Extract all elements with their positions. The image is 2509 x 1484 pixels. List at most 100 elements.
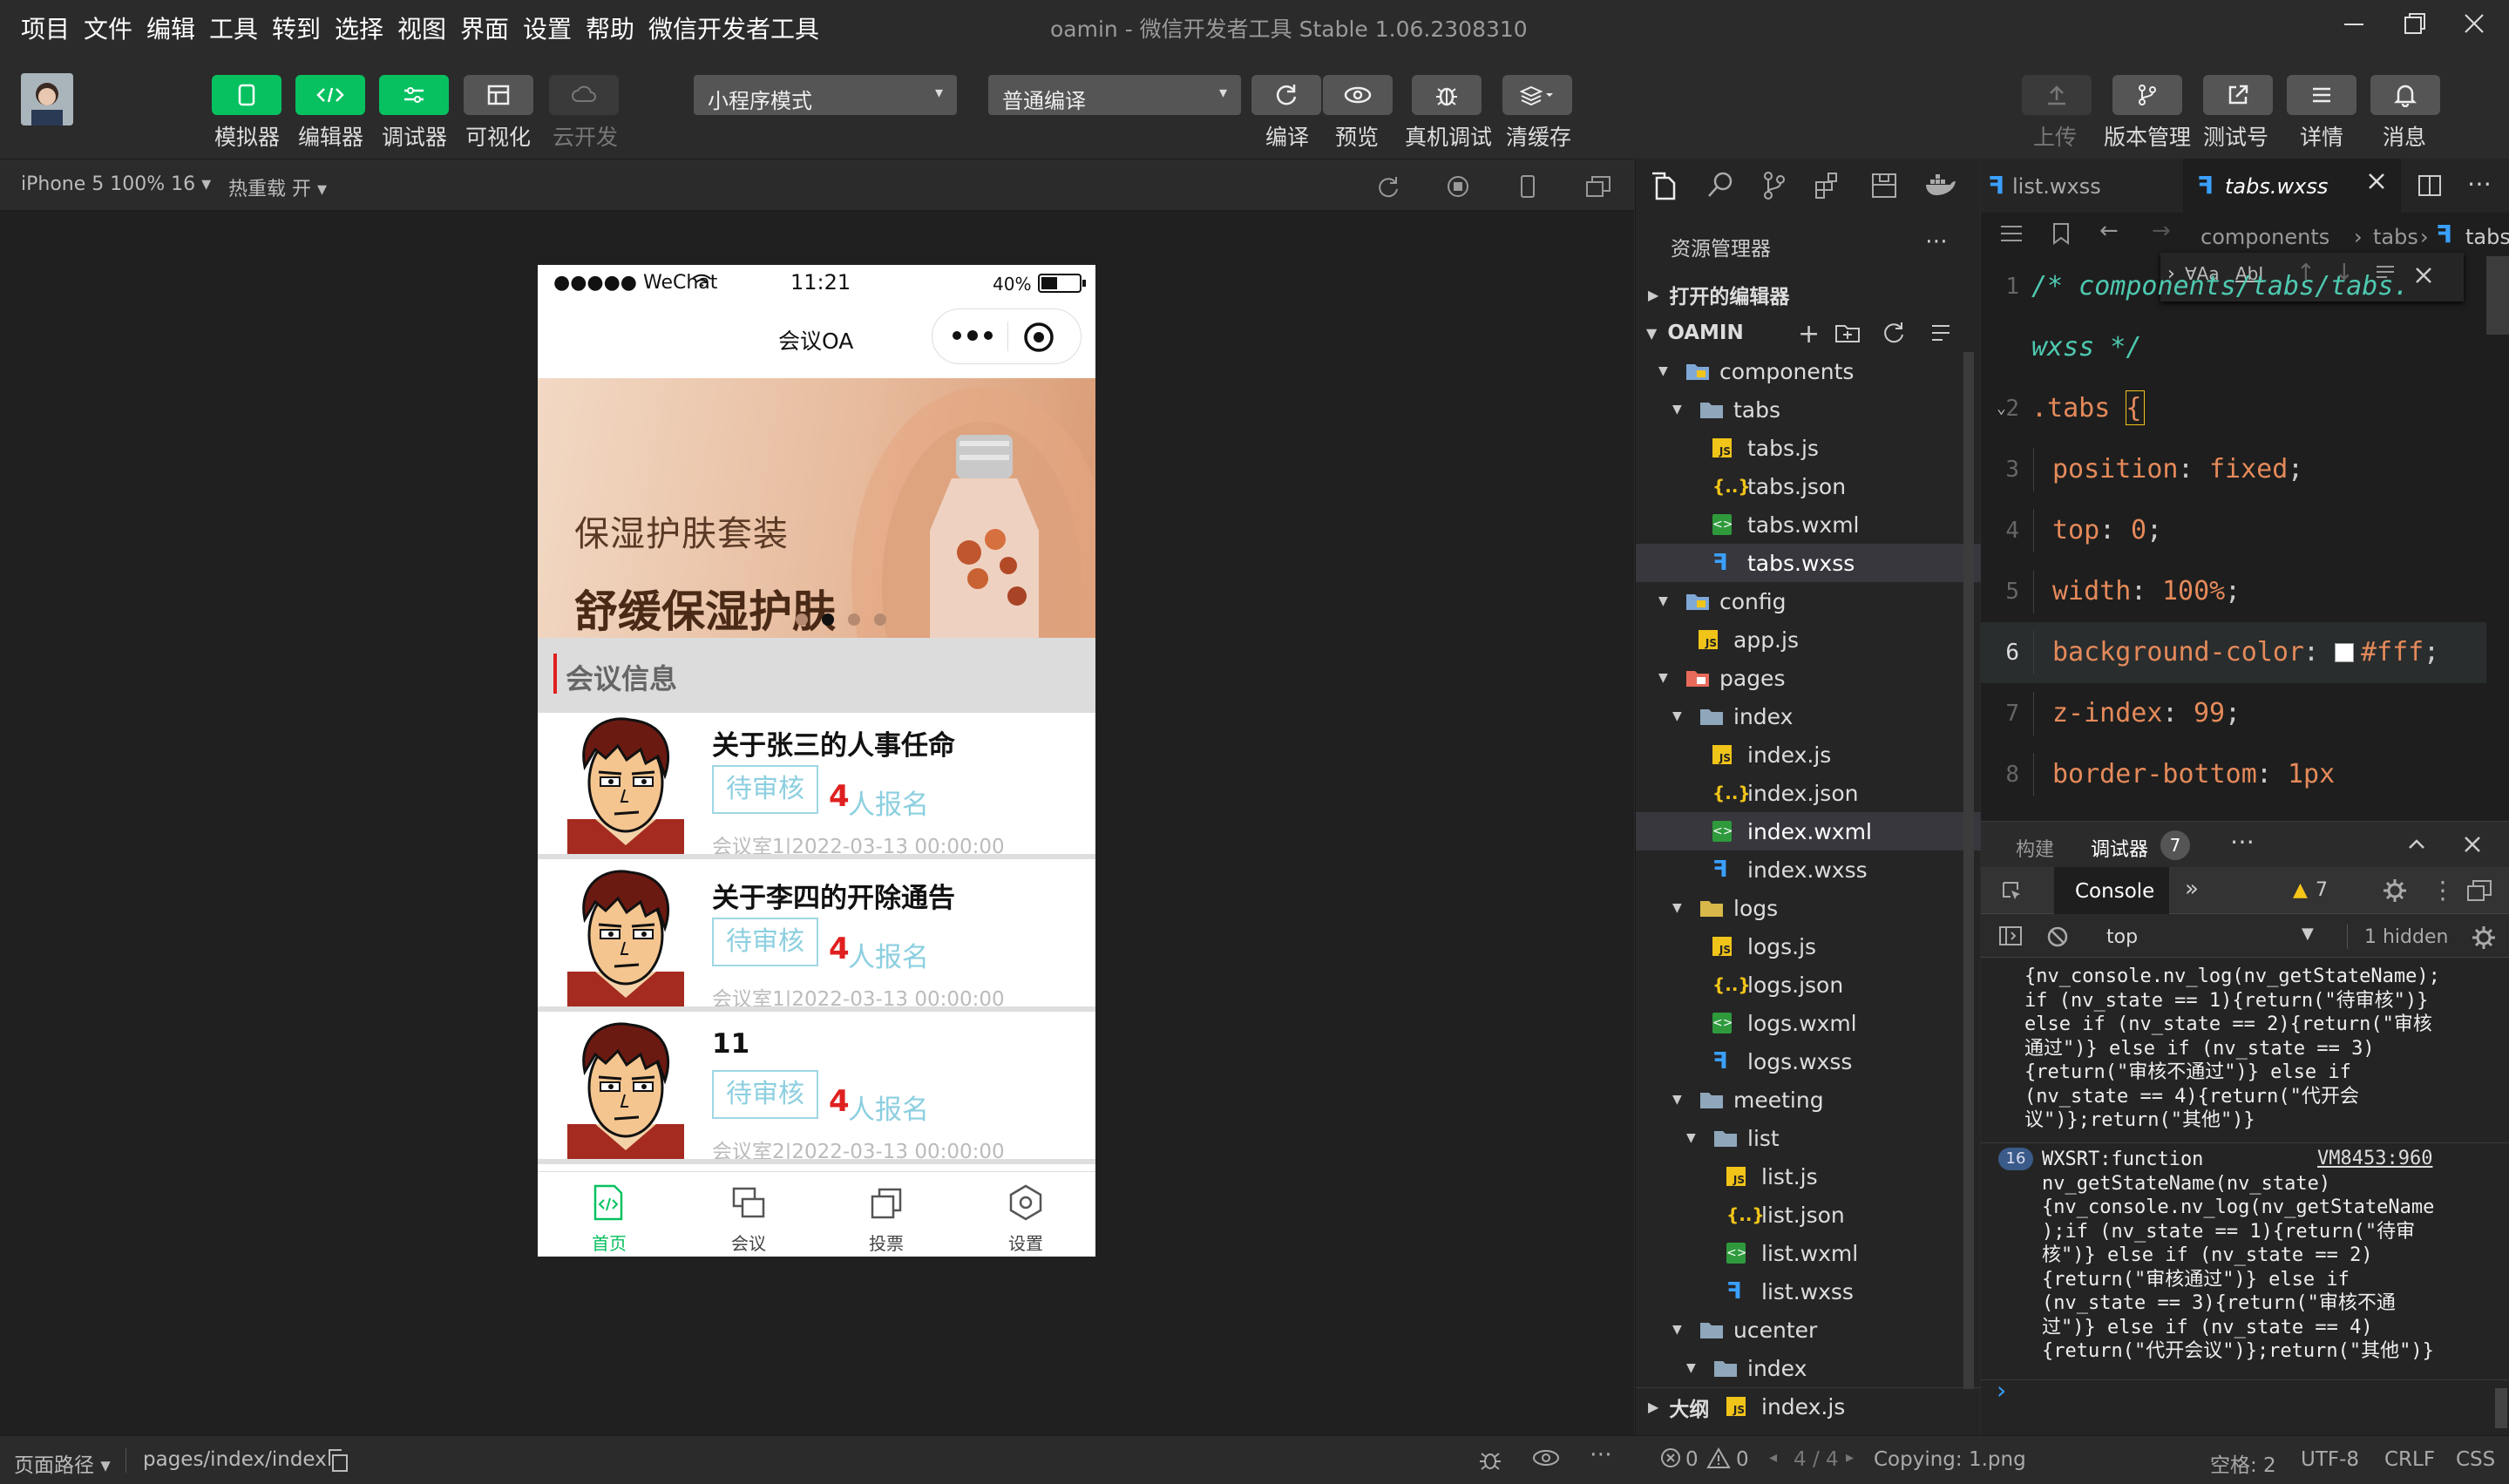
messages-button[interactable] [2370,75,2440,115]
meeting-item[interactable]: 关于李四的开除通告 待审核 4 人报名 会议室1|2022-03-13 00:00:00 [538,865,1095,1012]
preview-button[interactable] [1323,75,1393,115]
clear-cache-button[interactable] [1502,75,1572,115]
capsule-button[interactable] [932,308,1082,364]
avatar[interactable] [21,73,73,125]
menu-interface[interactable]: 界面 [460,10,509,45]
menu-project[interactable]: 项目 [21,10,70,45]
tree-file[interactable]: <> list.wxml [1636,1234,1981,1272]
language-mode[interactable]: CSS [2456,1448,2495,1471]
extensions-icon[interactable] [1814,171,1843,200]
code-line[interactable]: 5 width:100%; [1981,561,2486,622]
hidden-count[interactable]: 1 hidden [2364,926,2448,948]
menu-file[interactable]: 文件 [84,10,132,45]
tab-console[interactable]: Console [2054,867,2169,914]
code-line[interactable]: 4 top:0; [1981,500,2486,561]
swiper-dot[interactable] [848,613,860,626]
copy-path-icon[interactable] [328,1448,350,1473]
tree-folder[interactable]: ▼ meeting [1636,1081,1981,1119]
open-editors-section[interactable]: ▶ 打开的编辑器 [1636,275,1981,314]
bug-icon[interactable] [1476,1447,1504,1473]
code-line[interactable]: 7 z-index:99; [1981,683,2486,744]
tree-folder[interactable]: ▼ tabs [1636,390,1981,429]
visual-button[interactable] [464,75,533,115]
root-folder[interactable]: ▼ OAMIN + [1636,314,1981,352]
editor-button[interactable] [295,75,365,115]
tree-file[interactable]: <> index.wxml [1636,812,1981,850]
menu-goto[interactable]: 转到 [272,10,321,45]
split-editor-icon[interactable] [2417,173,2443,199]
list-icon[interactable] [1998,223,2024,244]
collapse-all-icon[interactable] [1929,321,1953,345]
tab-tabs-wxss[interactable]: ꟻ tabs.wxss [2183,159,2401,213]
upload-button[interactable] [2022,75,2092,115]
indent-spaces[interactable]: 空格: 2 [2210,1448,2276,1478]
debug-more-icon[interactable]: ⋯ [2230,827,2255,856]
console-scrollbar[interactable] [2495,1388,2507,1428]
code-line[interactable]: wxss */ [1981,317,2486,378]
stop-icon[interactable] [1445,173,1471,200]
tree-file[interactable]: JS logs.js [1636,927,1981,966]
editor-scrollbar[interactable] [2486,256,2509,335]
warning-count-status[interactable]: 0 [1736,1448,1749,1471]
tab-home[interactable]: 首页 [573,1181,642,1256]
tree-folder[interactable]: ▼ list [1636,1119,1981,1157]
search-icon[interactable] [1705,171,1735,200]
menu-select[interactable]: 选择 [335,10,383,45]
tab-meeting[interactable]: 会议 [712,1181,782,1256]
bookmark-icon[interactable] [2051,221,2072,246]
tab-vote[interactable]: 投票 [851,1181,921,1256]
breadcrumb-components[interactable]: components [2200,225,2329,249]
restore-icon[interactable] [2402,10,2428,37]
menu-help[interactable]: 帮助 [586,10,634,45]
back-arrow-icon[interactable]: ← [2099,218,2119,244]
simulator-button[interactable] [212,75,281,115]
devtools-settings-icon[interactable] [2382,878,2408,904]
menu-settings[interactable]: 设置 [523,10,572,45]
tree-folder[interactable]: ▼ components [1636,352,1981,390]
tree-file[interactable]: {..} list.json [1636,1196,1981,1234]
tree-folder[interactable]: ▼ config [1636,582,1981,620]
tree-file[interactable]: JS tabs.js [1636,429,1981,467]
tree-file[interactable]: JS list.js [1636,1157,1981,1196]
context-select[interactable]: top ▼ [2094,919,2324,952]
code-line[interactable]: 8 border-bottom:1px [1981,744,2486,805]
tab-build[interactable]: 构建 [2016,834,2054,862]
status-more-icon[interactable]: ⋯ [1590,1441,1612,1467]
tree-folder[interactable]: ▼ logs [1636,889,1981,927]
new-folder-icon[interactable] [1834,321,1861,345]
files-icon[interactable] [1650,171,1679,200]
compile-button[interactable] [1251,75,1321,115]
new-file-icon[interactable]: + [1798,319,1820,349]
menu-wechat-devtools[interactable]: 微信开发者工具 [648,10,819,45]
minimize-icon[interactable] [2341,10,2367,37]
forward-arrow-icon[interactable]: → [2152,218,2171,244]
tree-file[interactable]: ꟻ list.wxss [1636,1272,1981,1311]
breadcrumb-file[interactable]: tabs [2465,225,2509,249]
close-icon[interactable] [2461,10,2487,37]
cloud-button[interactable] [549,75,619,115]
fold-chevron-icon[interactable]: ⌄ [1997,378,2006,439]
swiper-dot[interactable] [874,613,886,626]
hot-reload-toggle[interactable]: 热重载 开 ▾ [228,173,327,201]
meeting-item[interactable]: 11 待审核 4 人报名 会议室2|2022-03-13 00:00:00 [538,1018,1095,1164]
eol[interactable]: CRLF [2384,1448,2435,1471]
console-settings-icon[interactable] [2471,925,2497,951]
breadcrumb-tabs[interactable]: tabs [2373,225,2418,249]
more-icon[interactable] [948,322,997,349]
next-match-icon[interactable]: ▸ [1846,1448,1854,1467]
explorer-more-icon[interactable]: ⋯ [1925,228,1948,254]
code-line[interactable]: 1 /* components/tabs/tabs. [1981,256,2486,317]
menu-tools[interactable]: 工具 [209,10,258,45]
encoding[interactable]: UTF-8 [2301,1448,2359,1471]
inspect-element-icon[interactable] [2000,879,2024,904]
tree-file[interactable]: {..} index.json [1636,774,1981,812]
editor-more-icon[interactable]: ⋯ [2467,169,2492,198]
tree-file[interactable]: <> tabs.wxml [1636,505,1981,544]
clear-console-icon[interactable] [2045,925,2070,949]
tree-file[interactable]: ꟻ index.wxss [1636,850,1981,889]
error-count[interactable]: 0 [1685,1448,1699,1471]
meeting-item[interactable]: 关于张三的人事任命 待审核 4 人报名 会议室1|2022-03-13 00:00:00 [538,713,1095,859]
eye-icon[interactable] [1532,1448,1560,1467]
test-account-button[interactable] [2203,75,2273,115]
code-line[interactable]: 6 background-color: #fff; [1981,622,2486,683]
